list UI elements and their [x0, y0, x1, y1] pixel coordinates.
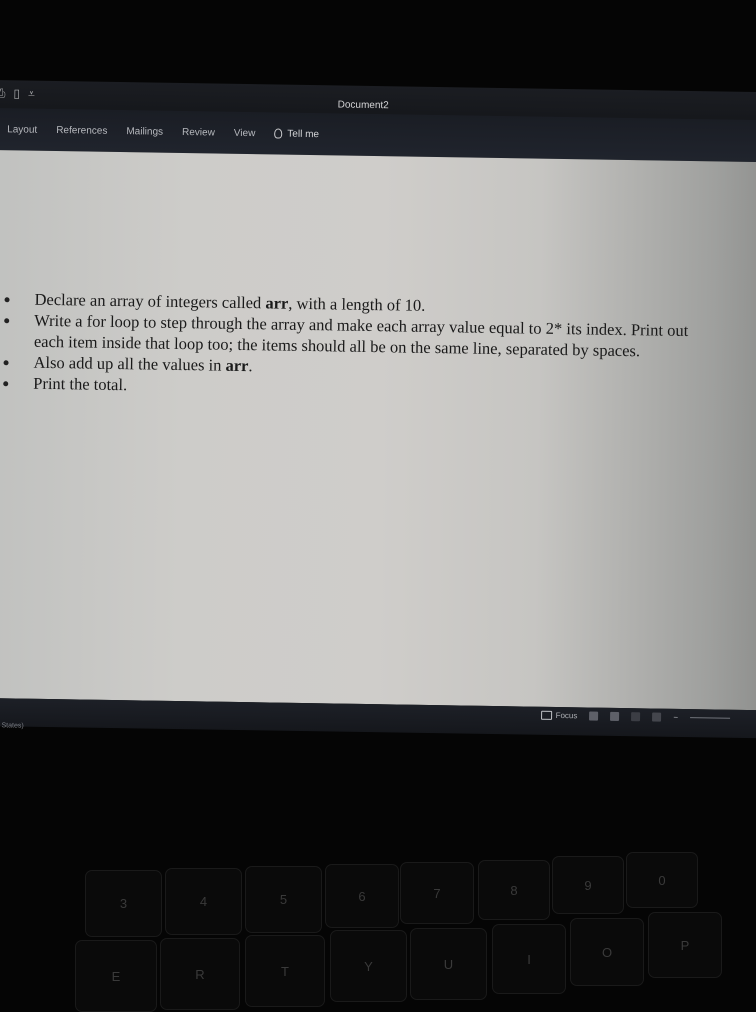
focus-label: Focus — [555, 710, 578, 721]
bullet-icon — [3, 381, 9, 387]
tab-view[interactable]: View — [234, 127, 256, 138]
lightbulb-icon — [274, 128, 283, 139]
draft-view-icon[interactable] — [652, 712, 662, 722]
key-7: 7 — [400, 862, 474, 924]
web-layout-icon[interactable] — [610, 711, 620, 721]
key-9: 9 — [552, 856, 624, 914]
key-u: U — [410, 928, 487, 1000]
print-icon[interactable]: ⎙ — [0, 86, 6, 101]
laptop-screen: ⎙ ▯ ⩡ Document2 Layout References Mailin… — [0, 80, 756, 782]
outline-view-icon[interactable] — [631, 712, 641, 722]
key-y: Y — [330, 930, 407, 1002]
focus-icon — [540, 710, 552, 720]
key-3: 3 — [85, 870, 162, 937]
bullet-icon — [3, 360, 9, 366]
document-page[interactable]: Declare an array of integers called arr,… — [0, 149, 756, 711]
key-6: 6 — [325, 864, 399, 928]
print-layout-icon[interactable] — [589, 711, 599, 721]
zoom-slider[interactable] — [690, 717, 731, 719]
document-title: Document2 — [337, 99, 389, 112]
customize-toolbar-icon[interactable]: ⩡ — [28, 87, 35, 102]
key-8: 8 — [478, 860, 550, 920]
bullet-list: Declare an array of integers called arr,… — [3, 288, 745, 405]
tab-layout[interactable]: Layout — [7, 124, 37, 135]
tab-references[interactable]: References — [56, 125, 107, 137]
quick-access-toolbar: ⎙ ▯ ⩡ — [0, 86, 35, 102]
key-4: 4 — [165, 868, 242, 935]
bullet-icon — [4, 318, 10, 324]
new-document-icon[interactable]: ▯ — [13, 86, 20, 101]
key-r: R — [160, 938, 240, 1010]
key-0: 0 — [626, 852, 698, 908]
tab-review[interactable]: Review — [182, 127, 215, 139]
tab-mailings[interactable]: Mailings — [126, 126, 163, 138]
focus-button[interactable]: Focus — [540, 710, 578, 721]
view-controls: Focus − — [540, 710, 731, 723]
zoom-out-icon[interactable]: − — [673, 713, 678, 722]
tell-me-label: Tell me — [287, 128, 320, 140]
key-t: T — [245, 935, 325, 1007]
language-indicator[interactable]: ted States) — [0, 722, 24, 730]
key-p: P — [648, 912, 722, 978]
tell-me-search[interactable]: Tell me — [274, 128, 319, 140]
key-o: O — [570, 918, 644, 986]
bullet-icon — [4, 297, 10, 303]
laptop-keyboard: 3 4 5 6 7 8 9 0 E R T Y U I O P — [0, 790, 756, 1012]
key-i: I — [492, 924, 566, 994]
key-e: E — [75, 940, 157, 1012]
key-5: 5 — [245, 866, 322, 933]
